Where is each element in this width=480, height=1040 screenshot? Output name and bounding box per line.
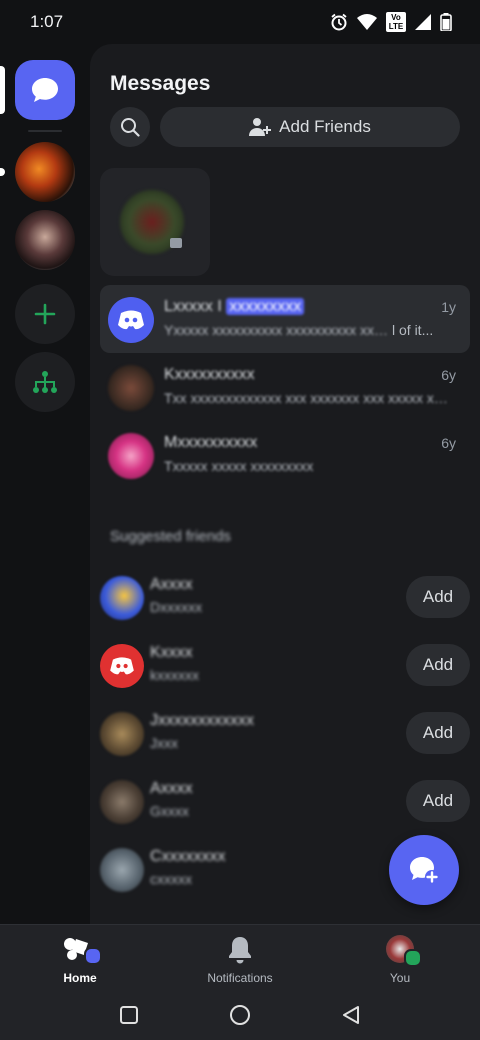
add-friend-button[interactable]: Add bbox=[406, 644, 470, 686]
bell-icon bbox=[229, 937, 251, 964]
add-friend-button[interactable]: Add bbox=[406, 780, 470, 822]
avatar bbox=[100, 780, 144, 824]
dm-name-prefix: Lxxxxx I bbox=[164, 298, 222, 315]
search-button[interactable] bbox=[110, 107, 150, 147]
bottom-nav: Home Notifications You bbox=[0, 924, 480, 990]
suggested-name: Kxxxx bbox=[150, 644, 193, 661]
add-person-icon bbox=[249, 118, 272, 136]
unread-indicator bbox=[0, 168, 5, 176]
dm-preview-end: l of it... bbox=[392, 322, 434, 338]
nav-home-label: Home bbox=[63, 971, 97, 985]
nav-notifications[interactable]: Notifications bbox=[160, 925, 320, 990]
status-time: 1:07 bbox=[30, 12, 64, 31]
dm-time: 6y bbox=[441, 435, 456, 451]
dm-time: 6y bbox=[441, 367, 456, 383]
add-friend-button[interactable]: Add bbox=[406, 712, 470, 754]
suggested-name: Axxxx bbox=[150, 780, 193, 797]
home-icon-wrap bbox=[62, 935, 102, 965]
selected-indicator bbox=[0, 66, 5, 114]
hub-tree-icon bbox=[33, 371, 57, 393]
page-title: Messages bbox=[110, 72, 211, 95]
online-status-indicator bbox=[404, 949, 422, 967]
rail-separator bbox=[28, 130, 62, 132]
nav-you-label: You bbox=[389, 971, 411, 985]
suggested-username: kxxxxxx bbox=[150, 667, 199, 683]
you-avatar-wrap bbox=[384, 935, 422, 967]
nav-you[interactable]: You bbox=[320, 925, 480, 990]
dm-row[interactable]: Kxxxxxxxxxx Txx xxxxxxxxxxxxx xxx xxxxxx… bbox=[100, 353, 470, 421]
signal-icon bbox=[415, 14, 431, 30]
dm-name: Kxxxxxxxxxx bbox=[164, 366, 414, 384]
suggested-name: Cxxxxxxxx bbox=[150, 848, 226, 865]
dm-name-prefix: Kxxxxxxxxxx bbox=[164, 366, 255, 383]
activity-badge-icon bbox=[170, 238, 182, 248]
suggested-username: cxxxxx bbox=[150, 871, 192, 887]
server-icon-1[interactable] bbox=[15, 142, 75, 202]
discord-logo-icon bbox=[118, 310, 144, 330]
suggested-friend-row[interactable]: Jxxxxxxxxxxxx Jxxx Add bbox=[100, 706, 470, 766]
status-icons: Vo LTE bbox=[330, 12, 452, 32]
suggested-friend-row[interactable]: Kxxxx kxxxxxx Add bbox=[100, 638, 470, 698]
avatar bbox=[108, 433, 154, 479]
dm-name-prefix: Mxxxxxxxxxx bbox=[164, 434, 258, 451]
avatar bbox=[100, 644, 144, 688]
dm-preview-text: Yxxxxx xxxxxxxxxx xxxxxxxxxx xxxxxxxxx bbox=[164, 322, 394, 338]
dm-name: Mxxxxxxxxxx bbox=[164, 434, 414, 452]
back-icon[interactable] bbox=[341, 1005, 361, 1025]
avatar bbox=[100, 848, 144, 892]
messages-panel: Messages Add Friends Lxxxxx I xxxxxxxxx … bbox=[90, 44, 480, 924]
suggested-username: Gxxxx bbox=[150, 803, 189, 819]
server-icon-2[interactable] bbox=[15, 210, 75, 270]
battery-icon bbox=[440, 13, 452, 31]
add-friends-label: Add Friends bbox=[279, 117, 371, 136]
avatar bbox=[100, 576, 144, 620]
suggested-name: Axxxx bbox=[150, 576, 193, 593]
status-bar: 1:07 Vo LTE bbox=[0, 0, 480, 44]
suggested-username: Jxxx bbox=[150, 735, 178, 751]
volte-badge: Vo LTE bbox=[386, 12, 406, 32]
add-friend-button[interactable]: Add bbox=[406, 576, 470, 618]
direct-messages-button[interactable] bbox=[15, 60, 75, 120]
server-rail bbox=[0, 44, 90, 924]
avatar bbox=[100, 712, 144, 756]
search-icon bbox=[121, 118, 140, 137]
suggested-friends-label: Suggested friends bbox=[110, 528, 231, 545]
dm-name-highlight: xxxxxxxxx bbox=[226, 298, 305, 315]
nav-notifications-label: Notifications bbox=[207, 971, 273, 985]
system-nav-bar bbox=[0, 990, 480, 1040]
dm-row[interactable]: Mxxxxxxxxxx Txxxxx xxxxx xxxxxxxxx 6y bbox=[100, 421, 470, 489]
home-badge bbox=[84, 947, 102, 965]
plus-icon bbox=[34, 303, 56, 325]
home-circle-icon[interactable] bbox=[229, 1004, 251, 1026]
add-friends-button[interactable]: Add Friends bbox=[160, 107, 460, 147]
chat-bubble-icon bbox=[32, 78, 58, 102]
dm-time: 1y bbox=[441, 299, 456, 315]
dm-row[interactable]: Lxxxxx I xxxxxxxxx Yxxxxx xxxxxxxxxx xxx… bbox=[100, 285, 470, 353]
active-now-card[interactable] bbox=[100, 168, 210, 276]
suggested-friend-row[interactable]: Axxxx Dxxxxxx Add bbox=[100, 570, 470, 630]
new-message-button[interactable] bbox=[389, 835, 459, 905]
alarm-icon bbox=[331, 13, 347, 31]
suggested-friend-row[interactable]: Axxxx Gxxxx Add bbox=[100, 774, 470, 834]
suggested-name: Jxxxxxxxxxxxx bbox=[150, 712, 254, 729]
avatar bbox=[108, 297, 154, 343]
suggested-username: Dxxxxxx bbox=[150, 599, 203, 615]
dm-preview: Txxxxx xxxxx xxxxxxxxx bbox=[164, 458, 314, 474]
discord-logo-icon bbox=[110, 657, 134, 675]
dm-preview: Txx xxxxxxxxxxxxx xxx xxxxxxx xxx xxxxx … bbox=[164, 390, 454, 406]
add-server-button[interactable] bbox=[15, 284, 75, 344]
dm-preview: Yxxxxx xxxxxxxxxx xxxxxxxxxx xxxxxxxxx bbox=[164, 322, 394, 338]
recents-icon[interactable] bbox=[119, 1005, 139, 1025]
nav-home[interactable]: Home bbox=[0, 925, 160, 990]
dm-name: Lxxxxx I xxxxxxxxx bbox=[164, 298, 414, 316]
new-message-icon bbox=[410, 857, 439, 884]
wifi-icon bbox=[357, 14, 377, 30]
avatar bbox=[108, 365, 154, 411]
discover-button[interactable] bbox=[15, 352, 75, 412]
